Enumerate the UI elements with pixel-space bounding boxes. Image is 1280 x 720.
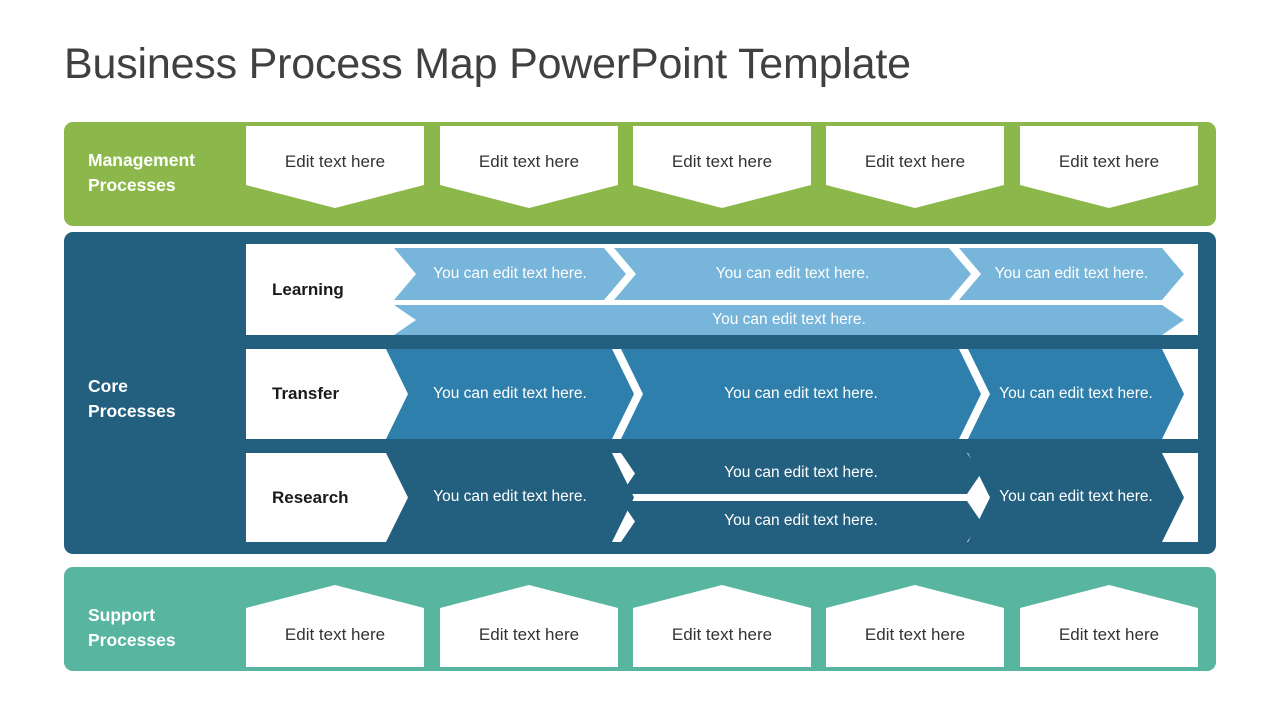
management-box-4-text: Edit text here [864, 152, 966, 171]
support-box-1[interactable]: Edit text here [246, 585, 424, 667]
management-band-label: Management Processes [88, 150, 195, 196]
research-chevron-1-text: You can edit text here. [433, 488, 587, 506]
research-chevron-3-text: You can edit text here. [999, 488, 1153, 506]
support-box-4[interactable]: Edit text here [826, 585, 1004, 667]
core-row-transfer: Transfer You can edit text here. You can… [246, 349, 1198, 439]
core-band-label: Core Processes [88, 376, 176, 422]
support-band-label: Support Processes [88, 605, 176, 651]
page-title: Business Process Map PowerPoint Template [64, 40, 911, 88]
research-chevron-1[interactable]: You can edit text here. [386, 453, 634, 542]
support-box-4-text: Edit text here [864, 625, 966, 644]
learning-chevron-1[interactable]: You can edit text here. [394, 248, 626, 300]
support-box-3[interactable]: Edit text here [633, 585, 811, 667]
transfer-chevron-1[interactable]: You can edit text here. [386, 349, 634, 439]
core-row-research: Research You can edit text here. You can… [246, 453, 1198, 542]
learning-chevron-3[interactable]: You can edit text here. [959, 248, 1184, 300]
learning-chevron-3-text: You can edit text here. [994, 264, 1149, 282]
support-box-5[interactable]: Edit text here [1020, 585, 1198, 667]
management-box-3-text: Edit text here [671, 152, 773, 171]
transfer-chevron-1-text: You can edit text here. [433, 384, 587, 402]
learning-chevron-1-text: You can edit text here. [433, 264, 587, 282]
management-box-5[interactable]: Edit text here [1020, 126, 1198, 208]
learning-chevron-wide[interactable]: You can edit text here. [394, 305, 1184, 335]
transfer-chevron-2[interactable]: You can edit text here. [621, 349, 981, 439]
management-box-2-text: Edit text here [478, 152, 580, 171]
core-row-transfer-label: Transfer [272, 384, 340, 403]
research-chevron-middle-bottom-text: You can edit text here. [724, 512, 878, 530]
learning-chevron-2-text: You can edit text here. [715, 264, 870, 282]
slide-canvas: Business Process Map PowerPoint Template… [0, 0, 1280, 720]
management-box-1[interactable]: Edit text here [246, 126, 424, 208]
research-chevron-middle-top[interactable]: You can edit text here. [621, 453, 981, 494]
learning-chevron-2[interactable]: You can edit text here. [614, 248, 971, 300]
management-processes-band: Management Processes Edit text here Edit… [64, 122, 1216, 226]
management-box-4[interactable]: Edit text here [826, 126, 1004, 208]
support-box-5-text: Edit text here [1058, 625, 1160, 644]
transfer-chevron-2-text: You can edit text here. [724, 384, 878, 402]
support-processes-band: Support Processes Edit text here Edit te… [64, 567, 1216, 671]
management-box-1-text: Edit text here [284, 152, 386, 171]
transfer-chevron-3-text: You can edit text here. [999, 384, 1153, 402]
support-box-1-text: Edit text here [284, 625, 386, 644]
core-row-learning: Learning You can edit text here. You can… [246, 244, 1198, 335]
support-box-2[interactable]: Edit text here [440, 585, 618, 667]
core-row-research-label: Research [272, 487, 349, 507]
research-chevron-3[interactable]: You can edit text here. [968, 453, 1184, 542]
support-box-2-text: Edit text here [478, 625, 580, 644]
research-chevron-middle-top-text: You can edit text here. [724, 464, 878, 482]
support-box-3-text: Edit text here [671, 625, 773, 644]
management-box-3[interactable]: Edit text here [633, 126, 811, 208]
transfer-chevron-3[interactable]: You can edit text here. [968, 349, 1184, 439]
research-chevron-middle-bottom[interactable]: You can edit text here. [621, 501, 981, 542]
core-row-learning-label: Learning [272, 279, 344, 299]
management-box-2[interactable]: Edit text here [440, 126, 618, 208]
learning-chevron-wide-text: You can edit text here. [712, 310, 866, 328]
core-processes-band: Core Processes Learning You can edit tex… [64, 232, 1216, 554]
management-box-5-text: Edit text here [1058, 152, 1160, 171]
